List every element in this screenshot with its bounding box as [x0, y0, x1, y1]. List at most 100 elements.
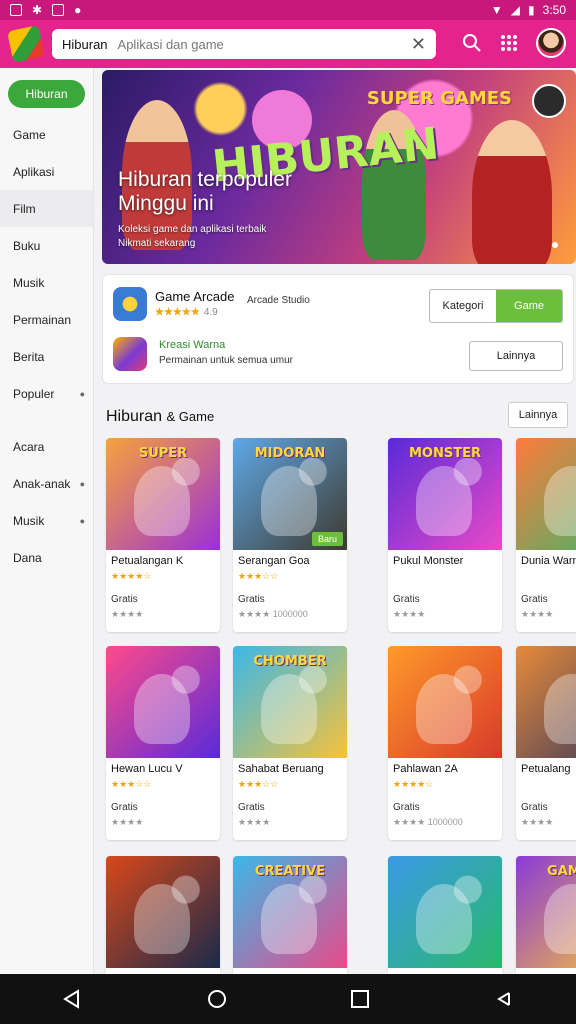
app-price: Gratis — [393, 802, 420, 813]
app-card[interactable]: Petualang Gratis ★★★★ — [516, 646, 576, 840]
sidebar-item[interactable]: Berita — [0, 338, 93, 375]
sidebar-item[interactable]: Dana — [0, 539, 93, 576]
app-thumbnail[interactable]: SUPER — [106, 438, 220, 550]
app-logo[interactable] — [7, 25, 45, 63]
back-icon[interactable] — [62, 989, 82, 1009]
segment-right[interactable]: Game — [496, 290, 562, 322]
sidebar-item-label: Musik — [13, 513, 45, 528]
search-input[interactable]: Aplikasi dan game — [118, 37, 224, 52]
home-icon[interactable] — [207, 989, 227, 1009]
thumbnail-character — [261, 674, 317, 744]
promo-app2-description: Permainan untuk semua umur — [159, 355, 293, 366]
app-icon[interactable] — [113, 337, 147, 371]
sidebar-item[interactable]: Permainan — [0, 301, 93, 338]
app-rating: ★★★★ — [238, 817, 271, 827]
sidebar-item[interactable]: Buku — [0, 227, 93, 264]
app-thumbnail[interactable]: MIDORAN Baru — [233, 438, 347, 550]
app-card[interactable]: Gitar Pahlawan — [106, 856, 220, 974]
app-rating: ★★★★ — [521, 817, 554, 827]
sidebar-item-label: Film — [13, 201, 36, 216]
section-more-button[interactable]: Lainnya — [508, 402, 568, 428]
avatar[interactable] — [536, 28, 566, 58]
app-name: Hewan Lucu V — [111, 763, 183, 775]
rating-value: 4.9 — [203, 307, 218, 318]
app-card[interactable]: GAMESGame Seru — [516, 856, 576, 974]
thumbnail-caption: CREATIVE — [254, 864, 326, 879]
app-rating: ★★★★ — [111, 817, 144, 827]
app-icon[interactable] — [113, 287, 147, 321]
sidebar-item-label: Buku — [13, 238, 41, 253]
app-thumbnail[interactable] — [106, 856, 220, 968]
main-content: HIBURAN SUPER GAMES Hiburan terpopuler M… — [102, 68, 576, 974]
app-price: Gratis — [111, 594, 138, 605]
banner-pager-dot[interactable] — [552, 242, 558, 248]
expand-indicator-icon: ● — [79, 478, 85, 489]
featured-banner[interactable]: HIBURAN SUPER GAMES Hiburan terpopuler M… — [102, 70, 576, 264]
app-card[interactable]: CREATIVEKreatif Ceria — [233, 856, 347, 974]
app-thumbnail[interactable]: CHOMBER — [233, 646, 347, 758]
app-rating: ★★★★ 1000000 — [238, 609, 308, 619]
promo-panel: Game Arcade Arcade Studio ★★★★★ 4.9 Kreas… — [102, 274, 574, 384]
sidebar: Hiburan Game Aplikasi Film Buku Musik Permain… — [0, 68, 94, 974]
status-time: 3:50 — [542, 3, 566, 17]
apps-grid-icon[interactable] — [500, 34, 518, 52]
thumbnail-character — [416, 466, 472, 536]
section-title-suffix: & Game — [166, 409, 215, 424]
app-name: Pukul Monster — [393, 555, 464, 567]
dot-icon: ● — [74, 3, 82, 17]
segment-left[interactable]: Kategori — [430, 290, 496, 322]
sidebar-item[interactable]: Populer ● — [0, 375, 93, 412]
app-price: Gratis — [393, 594, 420, 605]
app-card[interactable]: CHOMBER Sahabat Beruang ★★★☆☆ Gratis ★★★★ — [233, 646, 347, 840]
sidebar-item-label: Acara — [13, 439, 45, 454]
app-card[interactable]: Hewan Lucu V ★★★☆☆ Gratis ★★★★ — [106, 646, 220, 840]
keyboard-hide-icon[interactable] — [494, 989, 514, 1009]
app-card[interactable]: Pahlawan 2A ★★★★☆ Gratis ★★★★ 1000000 — [388, 646, 502, 840]
app-stars: ★★★☆☆ — [111, 779, 152, 789]
app-card[interactable]: Dunia Warna Gratis ★★★★ — [516, 438, 576, 632]
banner-badge-icon[interactable] — [532, 84, 566, 118]
app-name: Petualang — [521, 763, 571, 775]
promo-app1-rating: ★★★★★ 4.9 — [155, 307, 218, 318]
app-thumbnail[interactable] — [388, 646, 502, 758]
new-badge: Baru — [311, 532, 343, 546]
app-card[interactable]: MONSTER Pukul Monster Gratis ★★★★ — [388, 438, 502, 632]
sidebar-primary-button[interactable]: Hiburan — [8, 80, 85, 108]
app-stars: ★★★☆☆ — [238, 571, 279, 581]
app-price: Gratis — [521, 594, 548, 605]
app-thumbnail[interactable] — [516, 646, 576, 758]
search-icon[interactable] — [462, 33, 482, 53]
recents-icon[interactable] — [351, 990, 370, 1008]
sidebar-item[interactable]: Aplikasi — [0, 153, 93, 190]
app-price: Gratis — [238, 802, 265, 813]
sidebar-item[interactable]: Film — [0, 190, 93, 227]
app-thumbnail[interactable]: MONSTER — [388, 438, 502, 550]
star-rating: ★★★★★ — [155, 307, 200, 318]
app-card[interactable]: Perahu Ajaib — [388, 856, 502, 974]
sidebar-item[interactable]: Anak-anak ● — [0, 465, 93, 502]
app-thumbnail[interactable] — [388, 856, 502, 968]
promo-more-button[interactable]: Lainnya — [469, 341, 563, 371]
promo-app1-name[interactable]: Game Arcade — [155, 289, 235, 304]
app-name: Serangan Goa — [238, 555, 310, 567]
banner-desc-line2: Nikmati sekarang — [118, 238, 196, 249]
sidebar-item[interactable]: Musik ● — [0, 502, 93, 539]
sidebar-item[interactable]: Game — [0, 116, 93, 153]
promo-app2-name[interactable]: Kreasi Warna — [159, 339, 225, 351]
app-thumbnail[interactable]: GAMES — [516, 856, 576, 968]
clear-search-icon[interactable]: ✕ — [411, 34, 426, 55]
app-thumbnail[interactable] — [516, 438, 576, 550]
banner-title-line2: Minggu ini — [118, 192, 214, 215]
search-bar[interactable]: Hiburan Aplikasi dan game ✕ — [52, 29, 436, 59]
sidebar-item[interactable]: Musik — [0, 264, 93, 301]
sidebar-item-label: Berita — [13, 349, 45, 364]
thumbnail-character — [134, 674, 190, 744]
app-card[interactable]: MIDORAN Baru Serangan Goa ★★★☆☆ Gratis ★★★★ 1… — [233, 438, 347, 632]
notification-icon — [10, 4, 22, 16]
search-brand: Hiburan — [62, 36, 108, 52]
app-thumbnail[interactable]: CREATIVE — [233, 856, 347, 968]
sidebar-item[interactable]: Acara — [0, 428, 93, 465]
app-card[interactable]: SUPER Petualangan K ★★★★☆ Gratis ★★★★ — [106, 438, 220, 632]
segmented-control: Kategori Game — [429, 289, 563, 323]
app-thumbnail[interactable] — [106, 646, 220, 758]
